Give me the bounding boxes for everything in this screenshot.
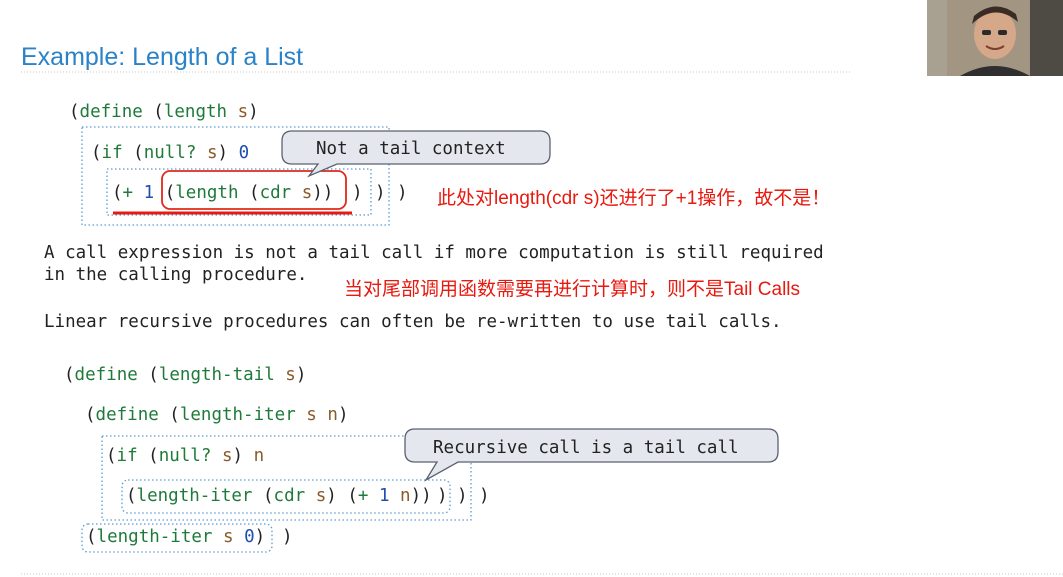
code2-line5: (length-iter s 0) — [86, 527, 265, 547]
slide-canvas: Example: Length of a List (define (lengt… — [21, 0, 1063, 575]
para1-line2: in the calling procedure. — [44, 265, 307, 285]
callout-not-tail-context-text: Not a tail context — [316, 139, 506, 159]
code1-close-b: ) — [375, 183, 386, 203]
code1-line1: (define (length s) — [69, 102, 259, 122]
para1-line1: A call expression is not a tail call if … — [44, 243, 824, 263]
code2-close-a: ) — [437, 486, 448, 506]
code2-line4: (length-iter (cdr s) (+ 1 n)) — [126, 486, 432, 506]
callout-tail-call: Recursive call is a tail call — [404, 428, 779, 482]
code1-close-c: ) — [397, 183, 408, 203]
code2-line2: (define (length-iter s n) — [85, 405, 348, 425]
code1-close-a: ) — [352, 183, 363, 203]
presenter-webcam-icon — [927, 0, 1063, 76]
code1-line2: (if (null? s) 0 — [91, 143, 249, 163]
annotation-plus-one: 此处对length(cdr s)还进行了+1操作，故不是！ — [437, 187, 830, 209]
annotation-tail-calls: 当对尾部调用函数需要再进行计算时，则不是Tail Calls — [344, 278, 800, 300]
code2-close-d: ) — [282, 527, 293, 547]
code1-line3: (+ 1 (length (cdr s)) — [112, 183, 333, 203]
code2-close-c: ) — [479, 486, 490, 506]
code2-line1: (define (length-tail s) — [64, 365, 306, 385]
slide-title: Example: Length of a List — [21, 43, 303, 71]
code2-close-b: ) — [457, 486, 468, 506]
para2-line1: Linear recursive procedures can often be… — [44, 312, 782, 332]
code2-line3: (if (null? s) n — [106, 446, 264, 466]
callout-tail-call-text: Recursive call is a tail call — [433, 438, 739, 458]
callout-not-tail-context: Not a tail context — [281, 130, 551, 178]
